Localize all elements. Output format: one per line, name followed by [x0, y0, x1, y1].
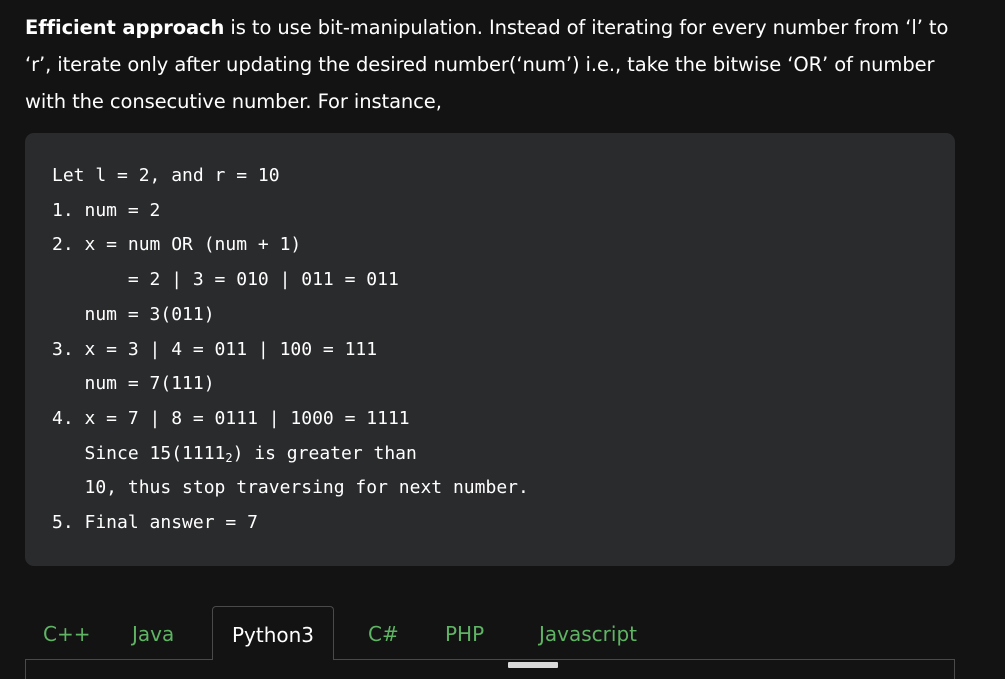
code-line: 3. x = 3 | 4 = 011 | 100 = 111: [52, 339, 378, 360]
tab-cpp[interactable]: C++: [43, 606, 90, 662]
intro-paragraph: Efficient approach is to use bit-manipul…: [25, 9, 965, 120]
tab-csharp[interactable]: C#: [368, 606, 399, 662]
code-line: Let l = 2, and r = 10: [52, 165, 280, 186]
tab-java[interactable]: Java: [132, 606, 174, 662]
code-line: 1. num = 2: [52, 200, 161, 221]
code-text: ) is greater than: [232, 443, 417, 464]
code-line: 5. Final answer = 7: [52, 512, 258, 533]
code-line: 4. x = 7 | 8 = 0111 | 1000 = 1111: [52, 408, 410, 429]
code-line: 2. x = num OR (num + 1): [52, 234, 302, 255]
subscript-base: 2: [225, 451, 233, 465]
code-line: num = 3(011): [52, 304, 215, 325]
code-line: 10, thus stop traversing for next number…: [52, 477, 529, 498]
code-example-box: Let l = 2, and r = 10 1. num = 2 2. x = …: [25, 133, 955, 566]
tab-python3[interactable]: Python3: [212, 606, 334, 660]
code-line: = 2 | 3 = 010 | 011 = 011: [52, 269, 399, 290]
code-line: Since 15(11112) is greater than: [52, 444, 417, 468]
intro-bold-lead: Efficient approach: [25, 16, 225, 39]
horizontal-scrollbar-thumb[interactable]: [508, 662, 558, 668]
code-text: Since 15(1111: [52, 443, 226, 464]
tab-javascript[interactable]: Javascript: [539, 606, 637, 662]
tab-php[interactable]: PHP: [445, 606, 484, 662]
code-line: num = 7(111): [52, 373, 215, 394]
language-tabs: C++ Java Python3 C# PHP Javascript: [25, 606, 955, 668]
